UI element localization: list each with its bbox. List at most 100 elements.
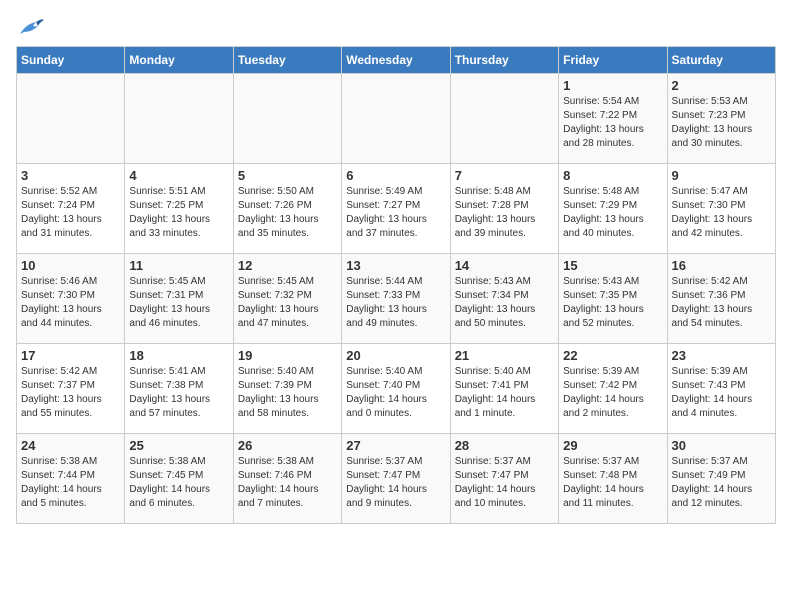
- calendar-cell: [125, 74, 233, 164]
- calendar-cell: 29 Sunrise: 5:37 AM Sunset: 7:48 PM Dayli…: [559, 434, 667, 524]
- day-number: 8: [563, 168, 662, 183]
- day-info: Sunrise: 5:39 AM Sunset: 7:43 PM Dayligh…: [672, 365, 771, 421]
- calendar-cell: 24 Sunrise: 5:38 AM Sunset: 7:44 PM Dayli…: [17, 434, 125, 524]
- day-number: 16: [672, 258, 771, 273]
- calendar-cell: 14 Sunrise: 5:43 AM Sunset: 7:34 PM Dayli…: [450, 254, 558, 344]
- day-number: 7: [455, 168, 554, 183]
- day-info: Sunrise: 5:50 AM Sunset: 7:26 PM Dayligh…: [238, 185, 337, 241]
- day-number: 3: [21, 168, 120, 183]
- day-number: 21: [455, 348, 554, 363]
- calendar-cell: 19 Sunrise: 5:40 AM Sunset: 7:39 PM Dayli…: [233, 344, 341, 434]
- day-info: Sunrise: 5:49 AM Sunset: 7:27 PM Dayligh…: [346, 185, 445, 241]
- calendar-cell: 11 Sunrise: 5:45 AM Sunset: 7:31 PM Dayli…: [125, 254, 233, 344]
- calendar-cell: 27 Sunrise: 5:37 AM Sunset: 7:47 PM Dayli…: [342, 434, 450, 524]
- calendar-cell: 16Sunrise: 5:42 AM Sunset: 7:36 PM Dayli…: [667, 254, 775, 344]
- calendar-cell: 17 Sunrise: 5:42 AM Sunset: 7:37 PM Dayli…: [17, 344, 125, 434]
- day-info: Sunrise: 5:40 AM Sunset: 7:40 PM Dayligh…: [346, 365, 445, 421]
- calendar-cell: [17, 74, 125, 164]
- calendar-cell: 13 Sunrise: 5:44 AM Sunset: 7:33 PM Dayli…: [342, 254, 450, 344]
- day-info: Sunrise: 5:51 AM Sunset: 7:25 PM Dayligh…: [129, 185, 228, 241]
- day-info: Sunrise: 5:48 AM Sunset: 7:29 PM Dayligh…: [563, 185, 662, 241]
- day-number: 5: [238, 168, 337, 183]
- day-info: Sunrise: 5:53 AM Sunset: 7:23 PM Dayligh…: [672, 95, 771, 151]
- day-info: Sunrise: 5:40 AM Sunset: 7:41 PM Dayligh…: [455, 365, 554, 421]
- calendar-cell: 3 Sunrise: 5:52 AM Sunset: 7:24 PM Daylig…: [17, 164, 125, 254]
- day-info: Sunrise: 5:45 AM Sunset: 7:31 PM Dayligh…: [129, 275, 228, 331]
- day-number: 6: [346, 168, 445, 183]
- calendar-cell: 25 Sunrise: 5:38 AM Sunset: 7:45 PM Dayli…: [125, 434, 233, 524]
- calendar-cell: [233, 74, 341, 164]
- day-number: 26: [238, 438, 337, 453]
- day-info: Sunrise: 5:38 AM Sunset: 7:44 PM Dayligh…: [21, 455, 120, 511]
- day-number: 1: [563, 78, 662, 93]
- calendar-cell: 21 Sunrise: 5:40 AM Sunset: 7:41 PM Dayli…: [450, 344, 558, 434]
- weekday-header: Tuesday: [233, 47, 341, 74]
- day-number: 12: [238, 258, 337, 273]
- day-info: Sunrise: 5:40 AM Sunset: 7:39 PM Dayligh…: [238, 365, 337, 421]
- calendar-cell: 1 Sunrise: 5:54 AM Sunset: 7:22 PM Daylig…: [559, 74, 667, 164]
- calendar-cell: 28Sunrise: 5:37 AM Sunset: 7:47 PM Dayli…: [450, 434, 558, 524]
- day-number: 9: [672, 168, 771, 183]
- day-number: 23: [672, 348, 771, 363]
- day-number: 30: [672, 438, 771, 453]
- calendar-cell: 7 Sunrise: 5:48 AM Sunset: 7:28 PM Daylig…: [450, 164, 558, 254]
- day-number: 27: [346, 438, 445, 453]
- day-number: 15: [563, 258, 662, 273]
- day-info: Sunrise: 5:41 AM Sunset: 7:38 PM Dayligh…: [129, 365, 228, 421]
- day-info: Sunrise: 5:45 AM Sunset: 7:32 PM Dayligh…: [238, 275, 337, 331]
- calendar-cell: 30 Sunrise: 5:37 AM Sunset: 7:49 PM Dayli…: [667, 434, 775, 524]
- day-number: 25: [129, 438, 228, 453]
- day-number: 29: [563, 438, 662, 453]
- day-number: 10: [21, 258, 120, 273]
- day-info: Sunrise: 5:37 AM Sunset: 7:49 PM Dayligh…: [672, 455, 771, 511]
- weekday-header: Saturday: [667, 47, 775, 74]
- calendar-cell: 2 Sunrise: 5:53 AM Sunset: 7:23 PM Daylig…: [667, 74, 775, 164]
- calendar-cell: 22 Sunrise: 5:39 AM Sunset: 7:42 PM Dayli…: [559, 344, 667, 434]
- day-number: 18: [129, 348, 228, 363]
- day-info: Sunrise: 5:44 AM Sunset: 7:33 PM Dayligh…: [346, 275, 445, 331]
- calendar-cell: 9 Sunrise: 5:47 AM Sunset: 7:30 PM Daylig…: [667, 164, 775, 254]
- day-info: Sunrise: 5:42 AM Sunset: 7:37 PM Dayligh…: [21, 365, 120, 421]
- day-info: Sunrise: 5:43 AM Sunset: 7:34 PM Dayligh…: [455, 275, 554, 331]
- day-number: 19: [238, 348, 337, 363]
- calendar-cell: 5 Sunrise: 5:50 AM Sunset: 7:26 PM Daylig…: [233, 164, 341, 254]
- day-info: Sunrise: 5:52 AM Sunset: 7:24 PM Dayligh…: [21, 185, 120, 241]
- calendar-cell: 8 Sunrise: 5:48 AM Sunset: 7:29 PM Daylig…: [559, 164, 667, 254]
- day-info: Sunrise: 5:37 AM Sunset: 7:47 PM Dayligh…: [455, 455, 554, 511]
- day-info: Sunrise: 5:48 AM Sunset: 7:28 PM Dayligh…: [455, 185, 554, 241]
- day-info: Sunrise: 5:37 AM Sunset: 7:48 PM Dayligh…: [563, 455, 662, 511]
- day-number: 13: [346, 258, 445, 273]
- logo-bird-icon: [16, 16, 44, 38]
- calendar-cell: 23 Sunrise: 5:39 AM Sunset: 7:43 PM Dayli…: [667, 344, 775, 434]
- calendar-cell: [342, 74, 450, 164]
- day-number: 11: [129, 258, 228, 273]
- day-info: Sunrise: 5:43 AM Sunset: 7:35 PM Dayligh…: [563, 275, 662, 331]
- day-info: Sunrise: 5:54 AM Sunset: 7:22 PM Dayligh…: [563, 95, 662, 151]
- weekday-header: Thursday: [450, 47, 558, 74]
- weekday-header: Sunday: [17, 47, 125, 74]
- day-info: Sunrise: 5:38 AM Sunset: 7:46 PM Dayligh…: [238, 455, 337, 511]
- day-number: 24: [21, 438, 120, 453]
- calendar-table: SundayMondayTuesdayWednesdayThursdayFrid…: [16, 46, 776, 524]
- day-info: Sunrise: 5:47 AM Sunset: 7:30 PM Dayligh…: [672, 185, 771, 241]
- day-number: 2: [672, 78, 771, 93]
- calendar-cell: 26 Sunrise: 5:38 AM Sunset: 7:46 PM Dayli…: [233, 434, 341, 524]
- day-info: Sunrise: 5:37 AM Sunset: 7:47 PM Dayligh…: [346, 455, 445, 511]
- logo: [16, 16, 48, 38]
- calendar-cell: 10 Sunrise: 5:46 AM Sunset: 7:30 PM Dayli…: [17, 254, 125, 344]
- weekday-header: Friday: [559, 47, 667, 74]
- page-header: [16, 16, 776, 38]
- day-number: 14: [455, 258, 554, 273]
- day-info: Sunrise: 5:46 AM Sunset: 7:30 PM Dayligh…: [21, 275, 120, 331]
- weekday-header: Monday: [125, 47, 233, 74]
- calendar-cell: 18 Sunrise: 5:41 AM Sunset: 7:38 PM Dayli…: [125, 344, 233, 434]
- calendar-cell: 4Sunrise: 5:51 AM Sunset: 7:25 PM Daylig…: [125, 164, 233, 254]
- day-info: Sunrise: 5:38 AM Sunset: 7:45 PM Dayligh…: [129, 455, 228, 511]
- calendar-cell: 12 Sunrise: 5:45 AM Sunset: 7:32 PM Dayli…: [233, 254, 341, 344]
- day-info: Sunrise: 5:39 AM Sunset: 7:42 PM Dayligh…: [563, 365, 662, 421]
- weekday-header: Wednesday: [342, 47, 450, 74]
- day-number: 20: [346, 348, 445, 363]
- day-number: 22: [563, 348, 662, 363]
- day-number: 17: [21, 348, 120, 363]
- calendar-cell: [450, 74, 558, 164]
